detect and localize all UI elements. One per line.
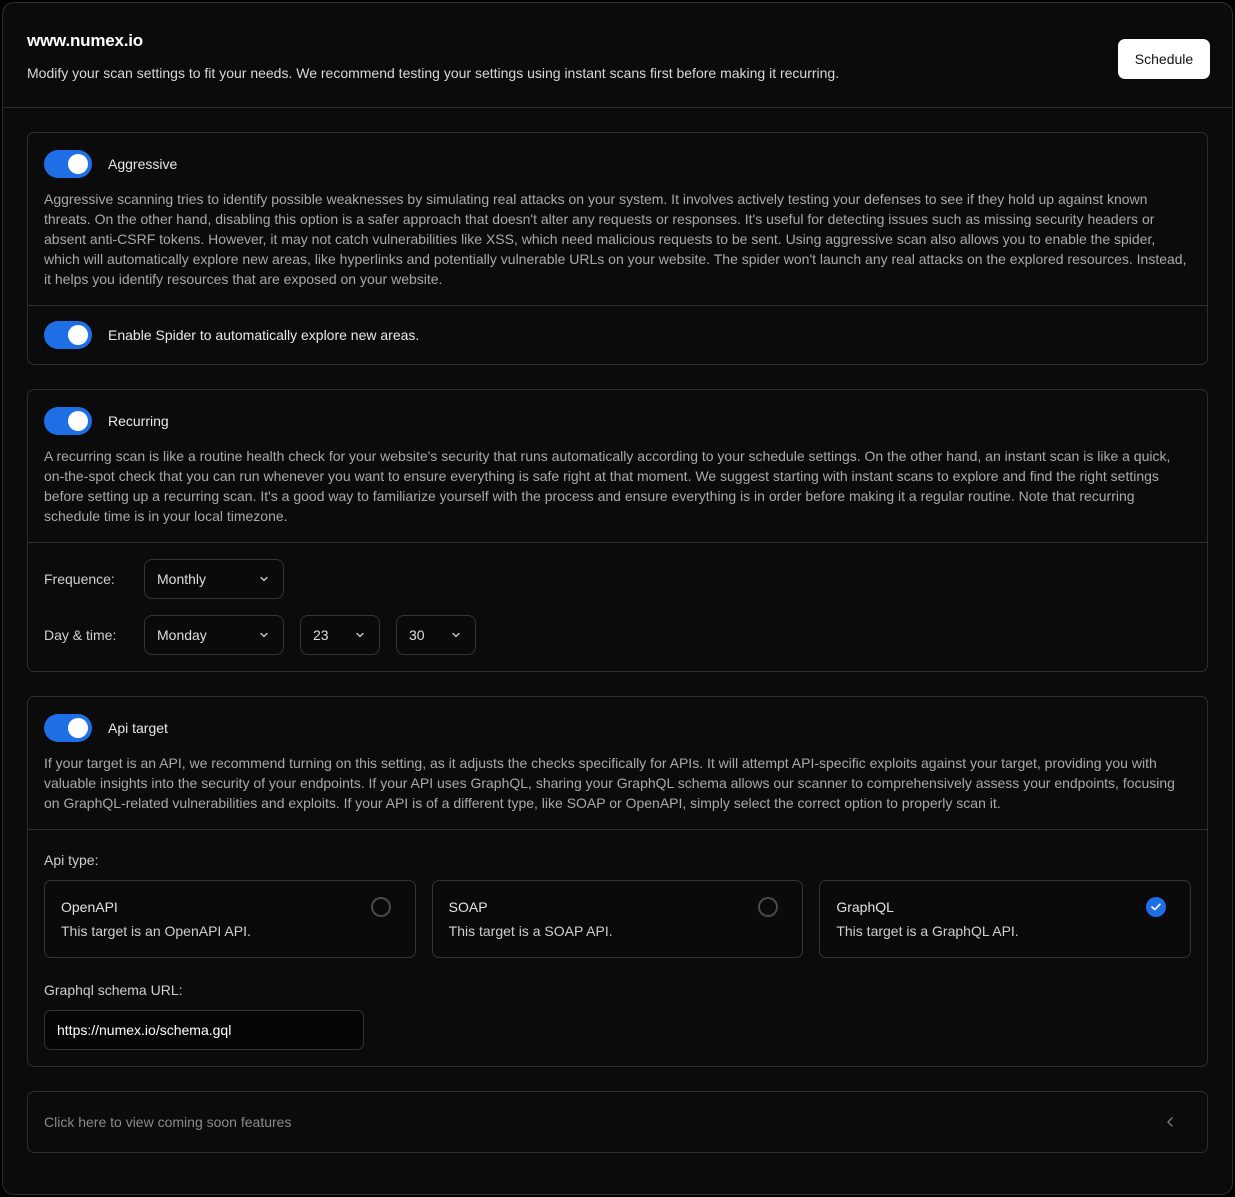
page-title: www.numex.io xyxy=(27,31,143,50)
schema-url-input[interactable] xyxy=(44,1010,364,1050)
radio-unchecked-icon[interactable] xyxy=(370,897,391,917)
api-option-description: This target is a GraphQL API. xyxy=(836,923,1019,939)
recurring-description: A recurring scan is like a routine healt… xyxy=(44,448,1171,524)
aggressive-label: Aggressive xyxy=(108,156,178,172)
api-option-name: OpenAPI xyxy=(61,899,118,915)
api-target-label: Api target xyxy=(108,720,168,736)
api-target-description: If your target is an API, we recommend t… xyxy=(44,755,1175,811)
recurring-card: Recurring A recurring scan is like a rou… xyxy=(27,389,1208,672)
frequence-label: Frequence: xyxy=(44,571,115,587)
day-value: Monday xyxy=(157,627,207,643)
aggressive-card: Aggressive Aggressive scanning tries to … xyxy=(27,132,1208,365)
chevron-down-icon xyxy=(356,632,364,638)
minute-value: 30 xyxy=(409,627,425,643)
recurring-toggle[interactable] xyxy=(44,407,92,435)
api-type-options: OpenAPI This target is an OpenAPI API. S… xyxy=(44,880,1192,958)
api-option-name: GraphQL xyxy=(836,899,894,915)
spider-label: Enable Spider to automatically explore n… xyxy=(108,327,420,343)
schema-url-label: Graphql schema URL: xyxy=(44,982,183,998)
api-option-name: SOAP xyxy=(448,899,488,915)
day-select[interactable]: Monday xyxy=(144,615,284,655)
checkmark-icon xyxy=(1151,903,1161,911)
hour-value: 23 xyxy=(313,627,329,643)
page-description: Modify your scan settings to fit your ne… xyxy=(27,65,840,81)
radio-checked-icon[interactable] xyxy=(1146,897,1167,917)
api-type-label: Api type: xyxy=(44,852,99,868)
chevron-down-icon xyxy=(260,576,268,582)
minute-select[interactable]: 30 xyxy=(396,615,476,655)
day-time-label: Day & time: xyxy=(44,627,117,643)
recurring-label: Recurring xyxy=(108,413,169,429)
aggressive-toggle[interactable] xyxy=(44,150,92,178)
toggle-knob xyxy=(68,154,88,174)
chevron-left-icon xyxy=(1167,1117,1173,1127)
toggle-knob xyxy=(68,411,88,431)
api-target-toggle[interactable] xyxy=(44,714,92,742)
api-option-description: This target is an OpenAPI API. xyxy=(61,923,251,939)
spider-toggle[interactable] xyxy=(44,321,92,349)
toggle-knob xyxy=(68,325,88,345)
coming-soon-features-toggle[interactable]: Click here to view coming soon features xyxy=(27,1091,1208,1153)
coming-soon-label: Click here to view coming soon features xyxy=(44,1114,292,1130)
frequence-select[interactable]: Monthly xyxy=(144,559,284,599)
api-option-soap[interactable]: SOAP This target is a SOAP API. xyxy=(431,880,804,958)
api-option-description: This target is a SOAP API. xyxy=(448,923,613,939)
scan-settings-window: www.numex.io Modify your scan settings t… xyxy=(2,2,1233,1195)
hour-select[interactable]: 23 xyxy=(300,615,380,655)
aggressive-description: Aggressive scanning tries to identify po… xyxy=(44,191,1187,287)
toggle-knob xyxy=(68,718,88,738)
frequence-value: Monthly xyxy=(157,571,207,587)
chevron-down-icon xyxy=(260,632,268,638)
chevron-down-icon xyxy=(452,632,460,638)
api-option-graphql[interactable]: GraphQL This target is a GraphQL API. xyxy=(819,880,1192,958)
schedule-button[interactable]: Schedule xyxy=(1118,39,1210,79)
page-header: www.numex.io Modify your scan settings t… xyxy=(3,3,1232,108)
api-target-card: Api target If your target is an API, we … xyxy=(27,696,1208,1067)
settings-content: Aggressive Aggressive scanning tries to … xyxy=(3,108,1232,1153)
api-option-openapi[interactable]: OpenAPI This target is an OpenAPI API. xyxy=(44,880,416,958)
